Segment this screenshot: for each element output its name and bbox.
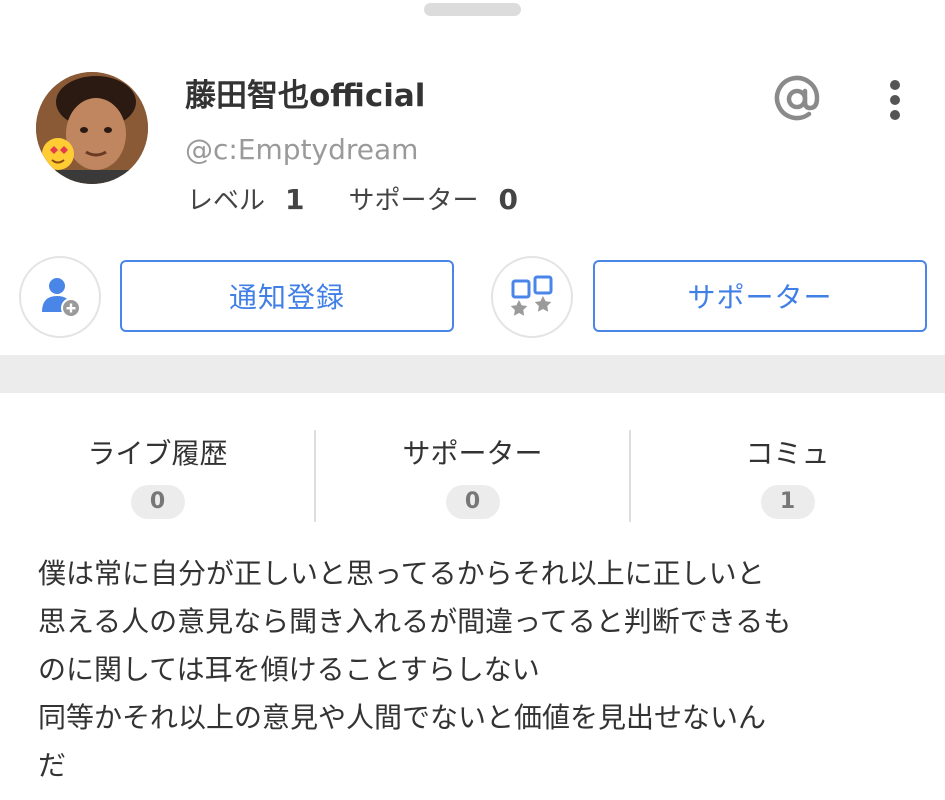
drag-handle[interactable] [424, 3, 521, 16]
supporter-stars-icon [510, 275, 553, 316]
profile-name: 藤田智也official [185, 78, 426, 114]
level-label: レベル [187, 186, 266, 216]
more-vertical-icon[interactable] [878, 78, 912, 122]
add-user-icon [42, 278, 81, 318]
bio-line: 思える人の意見なら聞き入れるが間違ってると判断できるも [38, 605, 792, 638]
profile-sheet: 藤田智也official @c:Emptydream レベル 1 サポーター 0 通知… [0, 0, 945, 800]
tab-supporters[interactable]: サポーター 0 [315, 425, 630, 525]
follow-button[interactable] [19, 256, 101, 338]
section-divider [0, 355, 945, 393]
notify-register-button[interactable]: 通知登録 [120, 260, 454, 332]
bio-line: 同等かそれ以上の意見や人間でないと価値を見出せないん [38, 701, 767, 734]
bio-line: のに関しては耳を傾けることすらしない [38, 653, 540, 686]
tab-community[interactable]: コミュ 1 [630, 425, 945, 525]
supporter-button[interactable]: サポーター [593, 260, 927, 332]
profile-stats: レベル 1 サポーター 0 [187, 182, 562, 219]
level-value: 1 [285, 183, 305, 216]
tab-label: ライブ履歴 [87, 437, 228, 470]
tab-count-badge: 1 [760, 485, 815, 519]
tab-live-history[interactable]: ライブ履歴 0 [0, 425, 315, 525]
profile-handle: @c:Emptydream [185, 133, 419, 166]
avatar[interactable] [36, 72, 148, 184]
tab-count-badge: 0 [130, 485, 185, 519]
bio-line: だ [38, 749, 67, 782]
supporters-value: 0 [498, 183, 518, 216]
at-icon[interactable] [770, 72, 824, 126]
tab-label: コミュ [745, 437, 830, 470]
bio-line: 僕は常に自分が正しいと思ってるからそれ以上に正しいと [38, 557, 765, 590]
tab-count-badge: 0 [445, 485, 500, 519]
profile-bio: 僕は常に自分が正しいと思ってるからそれ以上に正しいと 思える人の意見なら聞き入れ… [38, 550, 918, 790]
supporter-icon-button[interactable] [491, 256, 573, 338]
tab-label: サポーター [402, 437, 543, 470]
supporters-label: サポーター [348, 186, 479, 216]
avatar-image [36, 72, 148, 184]
